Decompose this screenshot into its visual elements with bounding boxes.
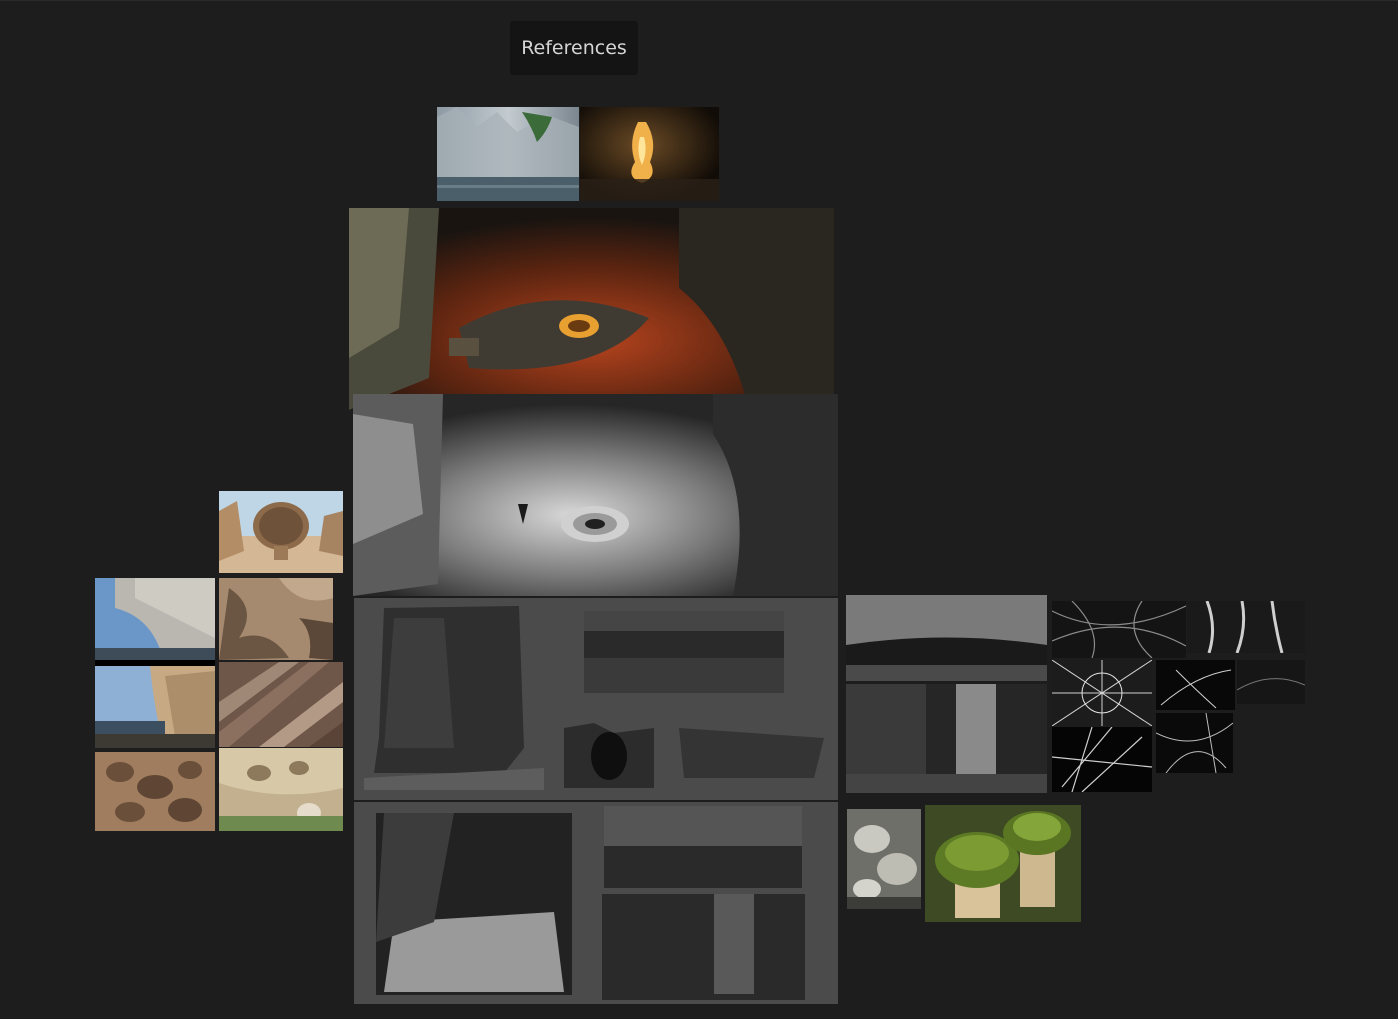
lichen-rock-photo[interactable]: [847, 809, 921, 909]
cave-mouth-sketch-b[interactable]: [846, 684, 1047, 793]
grayscale-chamber-render[interactable]: [353, 394, 838, 596]
honeycomb-cliff-photo[interactable]: [95, 666, 215, 748]
spiderweb-dense-photo[interactable]: [1052, 601, 1186, 658]
tafoni-ledge-photo[interactable]: [219, 748, 343, 831]
spiderweb-faint-photo[interactable]: [1237, 660, 1305, 704]
eroded-rock-photo[interactable]: [219, 578, 333, 660]
honeycomb-boulder-photo[interactable]: [219, 491, 343, 573]
pitted-rock-photo[interactable]: [95, 752, 215, 831]
cliff-lake-photo[interactable]: [437, 107, 579, 201]
spiderweb-strands-photo[interactable]: [1187, 601, 1305, 653]
glowing-cave-photo[interactable]: [580, 107, 719, 201]
spiderweb-corner-photo[interactable]: [1052, 727, 1152, 792]
lava-chamber-render[interactable]: [349, 208, 834, 410]
spiderweb-dark-photo[interactable]: [1156, 660, 1235, 710]
cave-mouth-sketch-a[interactable]: [846, 595, 1047, 681]
spiderweb-tangle-photo[interactable]: [1156, 713, 1233, 773]
spiderweb-white-photo[interactable]: [1052, 660, 1152, 726]
tafoni-overhang-photo[interactable]: [95, 578, 215, 666]
reference-board-canvas[interactable]: References: [0, 0, 1398, 1019]
pillar-sketch-sheet[interactable]: [354, 598, 838, 800]
cave-passage-sketch-sheet[interactable]: [354, 802, 838, 1004]
board-title[interactable]: References: [510, 21, 638, 75]
mossy-stones-photo[interactable]: [925, 805, 1081, 922]
striated-rock-photo[interactable]: [219, 662, 343, 747]
